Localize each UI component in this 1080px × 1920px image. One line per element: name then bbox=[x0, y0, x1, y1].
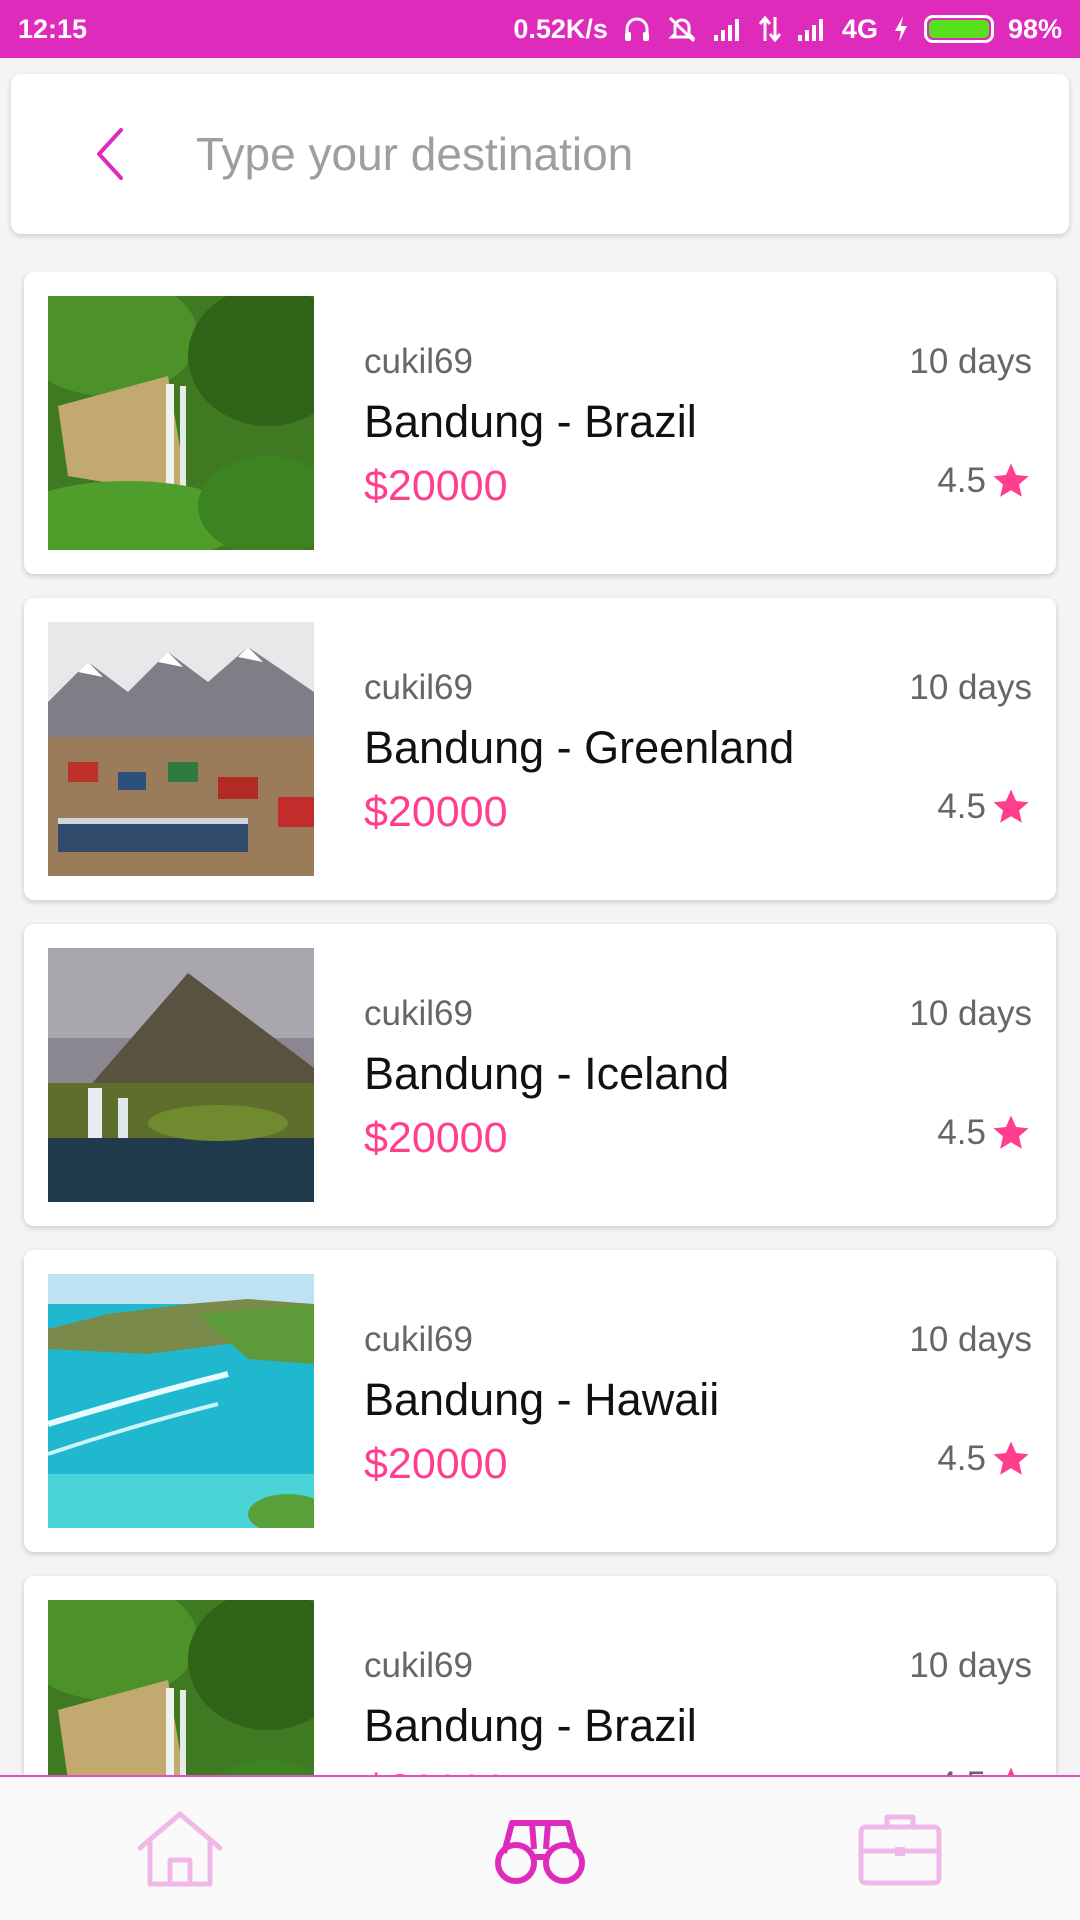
nav-trips-button[interactable] bbox=[840, 1794, 960, 1904]
battery-level: 98% bbox=[1007, 13, 1062, 44]
trip-user: cukil69 bbox=[364, 1320, 473, 1359]
back-button[interactable] bbox=[66, 109, 156, 199]
trip-price: $20000 bbox=[364, 1114, 508, 1162]
alarm-off-icon bbox=[666, 14, 698, 44]
trip-card[interactable]: cukil69 10 days Bandung - Brazil $20000 … bbox=[24, 272, 1056, 574]
trip-card[interactable]: cukil69 10 days Bandung - Greenland $200… bbox=[24, 598, 1056, 900]
nav-home-button[interactable] bbox=[120, 1794, 240, 1904]
trip-title: Bandung - Hawaii bbox=[364, 1374, 720, 1425]
rating-value: 4.5 bbox=[937, 461, 986, 500]
signal-icon bbox=[712, 15, 744, 43]
rating-value: 4.5 bbox=[937, 1765, 986, 1775]
rating-value: 4.5 bbox=[937, 787, 986, 826]
battery-icon bbox=[923, 15, 994, 43]
signal-icon bbox=[796, 15, 828, 43]
trip-price: $20000 bbox=[364, 462, 508, 510]
network-speed: 0.52K/s bbox=[513, 13, 608, 44]
trip-duration: 10 days bbox=[909, 994, 1032, 1033]
trip-duration: 10 days bbox=[909, 1320, 1032, 1359]
star-icon bbox=[993, 1115, 1029, 1149]
star-icon bbox=[993, 789, 1029, 823]
data-transfer-icon bbox=[758, 15, 782, 43]
trip-rating: 4.5 bbox=[937, 460, 1032, 502]
trip-title: Bandung - Greenland bbox=[364, 722, 795, 773]
trip-duration: 10 days bbox=[909, 342, 1032, 381]
bottom-navigation bbox=[0, 1775, 1080, 1920]
trip-card[interactable]: cukil69 10 days Bandung - Brazil $20000 … bbox=[24, 1576, 1056, 1775]
trip-image-tropical-bay bbox=[48, 1274, 314, 1528]
trip-user: cukil69 bbox=[364, 668, 473, 707]
trip-title: Bandung - Brazil bbox=[364, 1700, 697, 1751]
search-bar bbox=[11, 74, 1069, 234]
trip-rating: 4.5 bbox=[937, 1112, 1032, 1154]
star-icon bbox=[1007, 1767, 1015, 1775]
charging-icon bbox=[892, 14, 910, 44]
trip-rating: 4.5 bbox=[937, 1438, 1032, 1480]
trip-title: Bandung - Brazil bbox=[364, 396, 697, 447]
trip-price: $20000 bbox=[364, 1766, 508, 1775]
trip-list[interactable]: cukil69 10 days Bandung - Brazil $20000 … bbox=[0, 272, 1080, 1775]
rating-value: 4.5 bbox=[937, 1439, 986, 1478]
trip-image-waterfall-forest bbox=[48, 296, 314, 550]
home-icon bbox=[137, 1811, 223, 1886]
headphones-icon bbox=[622, 14, 652, 44]
trip-price: $20000 bbox=[364, 1440, 508, 1488]
status-bar: 12:15 0.52K/s 4G 98% bbox=[0, 0, 1080, 58]
star-icon bbox=[993, 1441, 1029, 1475]
nav-explore-button[interactable] bbox=[480, 1794, 600, 1904]
trip-card[interactable]: cukil69 10 days Bandung - Iceland $20000… bbox=[24, 924, 1056, 1226]
trip-card[interactable]: cukil69 10 days Bandung - Hawaii $20000 … bbox=[24, 1250, 1056, 1552]
chevron-left-icon bbox=[97, 128, 123, 180]
trip-rating: 4.5 bbox=[937, 786, 1032, 828]
trip-image-snowy-village bbox=[48, 622, 314, 876]
network-type: 4G bbox=[841, 13, 878, 44]
status-right: 0.52K/s 4G 98% bbox=[513, 14, 1062, 45]
trip-user: cukil69 bbox=[364, 1646, 473, 1685]
star-icon bbox=[993, 463, 1029, 497]
trip-duration: 10 days bbox=[909, 668, 1032, 707]
trip-price: $20000 bbox=[364, 788, 508, 836]
trip-image-mountain-waterfall bbox=[48, 948, 314, 1202]
trip-user: cukil69 bbox=[364, 342, 473, 381]
trip-user: cukil69 bbox=[364, 994, 473, 1033]
trip-image-waterfall-forest bbox=[48, 1600, 314, 1775]
trip-rating: 4.5 bbox=[937, 1764, 1032, 1775]
destination-search-input[interactable] bbox=[196, 127, 1069, 181]
binoculars-icon bbox=[495, 1819, 585, 1884]
status-time: 12:15 bbox=[18, 13, 88, 44]
briefcase-icon bbox=[858, 1814, 942, 1885]
rating-value: 4.5 bbox=[937, 1113, 986, 1152]
trip-title: Bandung - Iceland bbox=[364, 1048, 730, 1099]
trip-duration: 10 days bbox=[909, 1646, 1032, 1685]
